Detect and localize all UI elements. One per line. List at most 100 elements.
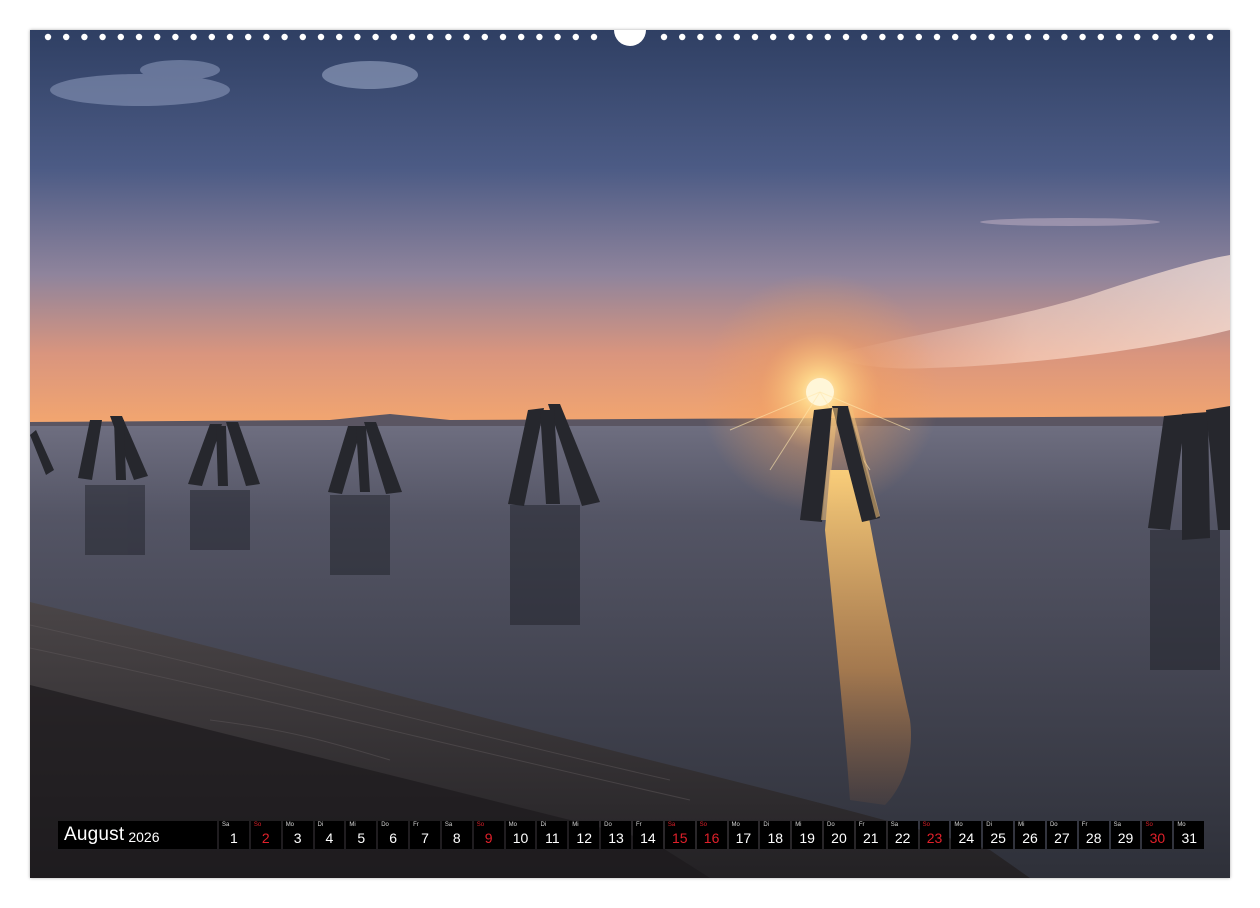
day-of-week: So bbox=[922, 822, 930, 828]
day-cell: Fr 21 bbox=[855, 821, 886, 849]
day-cell: Fr 7 bbox=[410, 821, 440, 849]
day-of-week: Mo bbox=[954, 822, 963, 828]
day-cell: Di 11 bbox=[537, 821, 568, 849]
day-number: 8 bbox=[452, 830, 461, 846]
day-number: 31 bbox=[1181, 830, 1198, 846]
day-cell: Mi 12 bbox=[569, 821, 600, 849]
day-cell: Mo 10 bbox=[505, 821, 536, 849]
day-number: 5 bbox=[357, 830, 366, 846]
day-number: 13 bbox=[608, 830, 624, 846]
day-of-week: Mi bbox=[1018, 822, 1025, 828]
day-cell: Sa 29 bbox=[1110, 821, 1141, 849]
day-of-week: Mi bbox=[572, 822, 579, 828]
day-number: 24 bbox=[958, 830, 975, 846]
month-year: 2026 bbox=[128, 829, 160, 845]
day-of-week: So bbox=[1145, 822, 1153, 828]
day-cell: So 16 bbox=[696, 821, 727, 849]
day-of-week: Mi bbox=[795, 822, 802, 828]
day-of-week: Sa bbox=[667, 822, 676, 828]
day-cell: Mo 3 bbox=[282, 821, 313, 849]
day-cell: So 30 bbox=[1142, 821, 1173, 849]
day-cell: Sa 15 bbox=[664, 821, 695, 849]
day-number: 10 bbox=[512, 830, 529, 846]
day-of-week: Sa bbox=[444, 822, 453, 828]
day-number: 29 bbox=[1117, 830, 1134, 846]
day-number: 25 bbox=[990, 830, 1006, 846]
month-label: August 2026 bbox=[58, 821, 217, 849]
day-of-week: Di bbox=[317, 822, 324, 828]
day-number: 6 bbox=[389, 830, 398, 846]
day-cell: Do 6 bbox=[378, 821, 409, 849]
day-of-week: Fr bbox=[1081, 822, 1088, 828]
day-of-week: Mo bbox=[285, 822, 295, 828]
day-cell: So 9 bbox=[473, 821, 504, 849]
day-of-week: Do bbox=[604, 822, 612, 828]
day-cell: Sa 8 bbox=[441, 821, 472, 849]
day-of-week: Mo bbox=[731, 822, 740, 828]
day-cells: Sa 1 So 2 Mo 3 Di 4 Mi 5 Do 6 Fr 7 Sa 8 So 9 Mo 10 Di 11 Mi 12 D… bbox=[219, 821, 1205, 849]
day-number: 17 bbox=[735, 830, 752, 846]
day-cell: Mo 17 bbox=[728, 821, 759, 849]
calendar-bar: August 2026 Sa 1 So 2 Mo 3 Di 4 Mi 5 Do 6 Fr 7 Sa 8 So 9 M… bbox=[58, 821, 1205, 849]
day-number: 9 bbox=[484, 830, 493, 846]
day-cell: Mo 24 bbox=[951, 821, 982, 849]
day-cell: Do 20 bbox=[824, 821, 854, 849]
lake-sunset-scene bbox=[30, 30, 1230, 878]
day-number: 3 bbox=[293, 830, 302, 846]
day-number: 14 bbox=[640, 830, 656, 846]
day-cell: Fr 28 bbox=[1078, 821, 1109, 849]
day-cell: Fr 14 bbox=[632, 821, 663, 849]
day-cell: Do 27 bbox=[1046, 821, 1077, 849]
day-number: 28 bbox=[1085, 830, 1102, 846]
day-cell: Di 18 bbox=[760, 821, 791, 849]
day-cell: Do 13 bbox=[601, 821, 631, 849]
day-cell: So 23 bbox=[919, 821, 950, 849]
day-number: 27 bbox=[1054, 830, 1070, 846]
day-cell: So 2 bbox=[250, 821, 281, 849]
day-number: 18 bbox=[767, 830, 784, 846]
day-number: 23 bbox=[926, 830, 943, 846]
day-number: 16 bbox=[703, 830, 720, 846]
day-number: 15 bbox=[671, 830, 688, 846]
day-of-week: Do bbox=[1049, 822, 1058, 828]
day-number: 4 bbox=[325, 830, 334, 846]
day-of-week: Di bbox=[540, 822, 547, 828]
day-cell: Sa 1 bbox=[219, 821, 249, 849]
day-of-week: Fr bbox=[858, 822, 865, 828]
day-cell: Di 4 bbox=[314, 821, 345, 849]
day-of-week: Mo bbox=[508, 822, 517, 828]
day-cell: Di 25 bbox=[983, 821, 1014, 849]
day-number: 30 bbox=[1149, 830, 1166, 846]
day-cell: Mi 5 bbox=[346, 821, 377, 849]
day-number: 19 bbox=[799, 830, 815, 846]
day-number: 21 bbox=[863, 830, 879, 846]
day-of-week: Fr bbox=[413, 822, 419, 828]
day-number: 12 bbox=[576, 830, 592, 846]
day-of-week: Sa bbox=[1113, 822, 1121, 828]
day-number: 2 bbox=[261, 830, 270, 846]
day-of-week: Sa bbox=[222, 822, 230, 828]
day-of-week: So bbox=[476, 822, 485, 828]
day-number: 11 bbox=[545, 830, 560, 846]
day-of-week: Fr bbox=[635, 822, 642, 828]
day-of-week: Do bbox=[827, 822, 835, 828]
day-of-week: Mi bbox=[349, 822, 356, 828]
month-name: August bbox=[64, 824, 125, 845]
day-of-week: Sa bbox=[890, 822, 899, 828]
day-number: 20 bbox=[831, 830, 847, 846]
day-of-week: Mo bbox=[1177, 822, 1186, 828]
day-number: 1 bbox=[230, 830, 238, 846]
day-of-week: Do bbox=[381, 822, 389, 828]
day-of-week: Di bbox=[986, 822, 992, 828]
day-of-week: Di bbox=[763, 822, 770, 828]
day-cell: Mi 26 bbox=[1015, 821, 1045, 849]
day-of-week: So bbox=[253, 822, 262, 828]
day-number: 7 bbox=[421, 830, 429, 846]
calendar-photo bbox=[30, 30, 1230, 878]
day-number: 26 bbox=[1022, 830, 1038, 846]
day-of-week: So bbox=[699, 822, 707, 828]
day-cell: Sa 22 bbox=[887, 821, 918, 849]
day-cell: Mo 31 bbox=[1174, 821, 1205, 849]
day-number: 22 bbox=[894, 830, 911, 846]
day-cell: Mi 19 bbox=[792, 821, 823, 849]
